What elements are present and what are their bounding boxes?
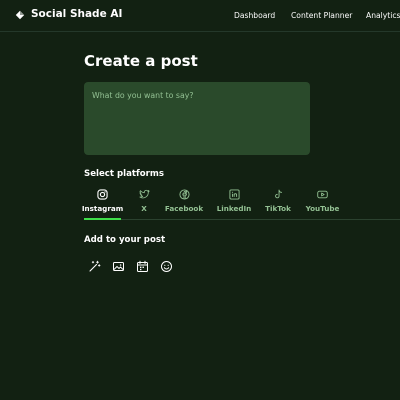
platform-label: TikTok (265, 204, 291, 213)
linkedin-icon (228, 189, 240, 200)
platform-label: X (141, 204, 147, 213)
image-icon (113, 262, 124, 271)
platform-tab-facebook[interactable]: Facebook (165, 189, 203, 220)
select-platforms-heading: Select platforms (84, 169, 164, 179)
calendar-icon (137, 260, 148, 272)
post-composer-input[interactable] (84, 82, 310, 155)
platform-label: Instagram (81, 204, 124, 213)
platform-label: LinkedIn (216, 204, 252, 213)
platform-tab-tiktok[interactable]: TikTok (265, 189, 291, 220)
nav-analytics[interactable]: Analytics (366, 11, 400, 20)
instagram-icon (97, 189, 108, 200)
nav-content-planner[interactable]: Content Planner (291, 11, 352, 20)
tiktok-icon (274, 189, 282, 199)
active-tab-indicator (84, 218, 121, 220)
add-to-post-heading: Add to your post (84, 235, 166, 245)
brand-name: Social Shade AI (31, 8, 123, 20)
page-title: Create a post (84, 52, 198, 70)
platform-tab-linkedin[interactable]: LinkedIn (216, 189, 252, 220)
x-twitter-icon (139, 189, 149, 199)
logo-icon (15, 10, 25, 20)
add-emoji-button[interactable] (160, 260, 173, 273)
facebook-icon (178, 189, 190, 200)
platform-tab-youtube[interactable]: YouTube (306, 189, 339, 220)
platform-tab-instagram[interactable]: Instagram (81, 189, 124, 220)
platform-label: YouTube (305, 204, 340, 213)
magic-wand-icon (89, 260, 101, 272)
platform-label: Facebook (164, 204, 204, 213)
emoji-icon (161, 261, 172, 272)
platform-tab-x[interactable]: X (136, 189, 152, 220)
youtube-icon (317, 190, 328, 199)
top-bar: Social Shade AI Dashboard Content Planne… (0, 0, 400, 32)
schedule-button[interactable] (136, 260, 149, 273)
nav-dashboard[interactable]: Dashboard (234, 11, 275, 20)
magic-wand-button[interactable] (88, 260, 101, 273)
add-image-button[interactable] (112, 260, 125, 273)
page: Social Shade AI Dashboard Content Planne… (0, 0, 400, 400)
